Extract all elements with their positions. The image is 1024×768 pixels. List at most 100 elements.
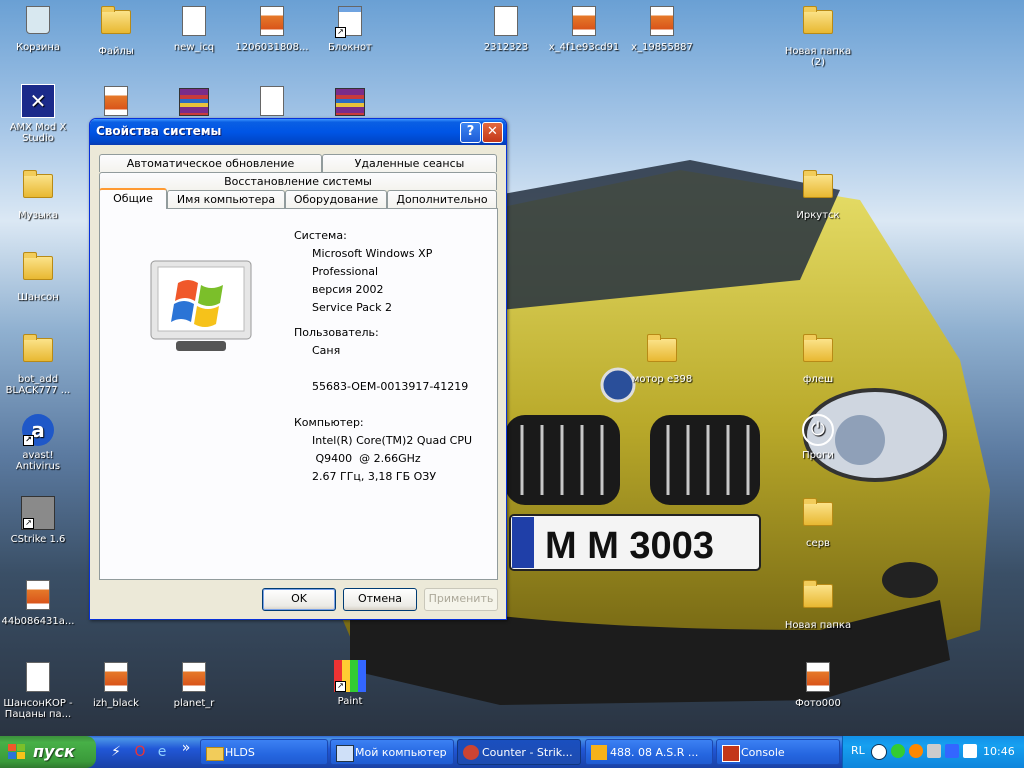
image-file-desktop-icon[interactable]: 1206031808... [234, 4, 310, 53]
tab-computer-name[interactable]: Имя компьютера [167, 190, 285, 208]
desktop-icon-label: Проги [802, 450, 834, 461]
audio-file-icon [178, 6, 210, 38]
avast-desktop-icon[interactable]: a ↗ avast! Antivirus [0, 414, 76, 472]
notepad-desktop-icon[interactable]: ↗ Блокнот [312, 4, 388, 53]
irkutsk-folder-desktop-icon[interactable]: Иркутск [780, 168, 856, 221]
folder-icon [802, 170, 834, 206]
new-folder-desktop-icon[interactable]: Новая папка [780, 578, 856, 631]
tab-advanced[interactable]: Дополнительно [387, 190, 497, 208]
desktop-icon-label: мотор е398 [631, 374, 693, 385]
clock[interactable]: 10:46 [983, 745, 1015, 758]
tab-hardware[interactable]: Оборудование [285, 190, 387, 208]
tray-speaker-icon[interactable] [927, 744, 941, 758]
desktop-icon-label: avast! Antivirus [15, 450, 61, 472]
recycle-bin-desktop-icon[interactable]: Корзина [0, 4, 76, 53]
serv-folder-desktop-icon[interactable]: серв [780, 496, 856, 549]
desktop-icon-label: Paint [337, 696, 363, 707]
help-button[interactable]: ? [460, 122, 481, 143]
quicklaunch-more-button[interactable]: » [178, 740, 194, 756]
chanson-audio-desktop-icon[interactable]: ШансонКОР - Пацаны па... [0, 660, 76, 720]
motor-folder-desktop-icon[interactable]: мотор е398 [624, 332, 700, 385]
tray-icq-icon[interactable] [891, 744, 905, 758]
os-service-pack: Service Pack 2 [312, 301, 392, 314]
folder-icon [22, 170, 54, 206]
audio-file-desktop-icon[interactable] [234, 84, 310, 122]
desktop-icon-label: new_icq [173, 42, 215, 53]
files-folder-desktop-icon[interactable]: Файлы [78, 4, 154, 57]
os-version: версия 2002 [312, 283, 384, 296]
image-file-icon [256, 6, 288, 38]
image-file-desktop-icon[interactable] [78, 84, 154, 122]
desktop-icon-label: Шансон [17, 292, 59, 303]
desktop-icon-label: Корзина [15, 42, 61, 53]
close-button[interactable]: ✕ [482, 122, 503, 143]
cancel-button[interactable]: Отмена [343, 588, 417, 611]
tray-network-icon[interactable] [963, 744, 977, 758]
folder-icon [802, 498, 834, 534]
tab-remote[interactable]: Удаленные сеансы [322, 154, 497, 172]
tray-bluetooth-icon[interactable] [945, 744, 959, 758]
computer-icon [336, 745, 354, 762]
task-console[interactable]: Console [716, 739, 840, 765]
cpu-name: Intel(R) Core(TM)2 Quad CPU [312, 434, 473, 447]
image-file-desktop-icon[interactable]: x_4f1e93cd91 [546, 4, 622, 53]
tab-general[interactable]: Общие [99, 188, 167, 209]
folder-icon [22, 252, 54, 288]
desktop-icon-label: Иркутск [796, 210, 840, 221]
start-label: пуск [33, 742, 75, 761]
product-id: 55683-OEM-0013917-41219 [312, 380, 469, 393]
quicklaunch-opera-icon[interactable]: O [132, 744, 148, 760]
task-hlds[interactable]: HLDS [200, 739, 328, 765]
desktop-icon-label: Фото000 [795, 698, 841, 709]
desktop-icon-label: 2312323 [483, 42, 529, 53]
task-winamp[interactable]: 488. 08 A.S.R ... [585, 739, 713, 765]
doc-desktop-icon[interactable]: 2312323 [468, 4, 544, 53]
bot-add-folder-desktop-icon[interactable]: bot_add BLACK777 ... [0, 332, 76, 396]
new-folder-2-desktop-icon[interactable]: Новая папка (2) [780, 4, 856, 68]
desktop-icon-label: ШансонКОР - Пацаны па... [3, 698, 73, 720]
tray-expand-icon[interactable] [871, 744, 887, 760]
programs-desktop-icon[interactable]: ⏻ Проги [780, 414, 856, 461]
desktop-icon-label: серв [806, 538, 830, 549]
folder-icon [802, 6, 834, 42]
music-folder-desktop-icon[interactable]: Музыка [0, 168, 76, 221]
ok-button[interactable]: OK [262, 588, 336, 611]
folder-icon [802, 580, 834, 616]
flash-folder-desktop-icon[interactable]: флеш [780, 332, 856, 385]
chanson-folder-desktop-icon[interactable]: Шансон [0, 250, 76, 303]
task-counter-strike[interactable]: Counter - Strik... [457, 739, 581, 765]
quicklaunch-winamp-icon[interactable]: ⚡ [108, 744, 124, 760]
start-button[interactable]: пуск [0, 736, 96, 768]
quicklaunch-ie-icon[interactable]: e [154, 744, 170, 760]
tab-automatic-updates[interactable]: Автоматическое обновление [99, 154, 322, 172]
desktop-icon-label: Файлы [98, 46, 134, 57]
task-label: HLDS [225, 746, 255, 759]
desktop-icon-label: AMX Mod X Studio [9, 122, 67, 144]
izh-black-desktop-icon[interactable]: izh_black [78, 660, 154, 709]
language-indicator[interactable]: RL [851, 744, 865, 757]
cstrike-desktop-icon[interactable]: ↗ CStrike 1.6 [0, 496, 76, 545]
planet-r-desktop-icon[interactable]: planet_r [156, 660, 232, 709]
os-edition: Professional [312, 265, 379, 278]
system-label: Система: [294, 229, 347, 242]
dialog-titlebar[interactable]: Свойства системы ? ✕ [90, 119, 506, 145]
user-name: Саня [312, 344, 341, 357]
folder-icon [646, 334, 678, 370]
desktop-icon-label: Блокнот [328, 42, 372, 53]
tray-app-icon[interactable] [909, 744, 923, 758]
desktop-icon-label: Новая папка (2) [784, 46, 852, 68]
ram-info: 2.67 ГГц, 3,18 ГБ ОЗУ [312, 470, 437, 483]
image-file-icon [178, 662, 210, 694]
rar-archive-icon [178, 88, 210, 120]
task-my-computer[interactable]: Мой компьютер [330, 739, 454, 765]
apply-button[interactable]: Применить [424, 588, 498, 611]
desktop-icon-label: bot_add BLACK777 ... [5, 374, 71, 396]
new-icq-desktop-icon[interactable]: new_icq [156, 4, 232, 53]
amx-studio-desktop-icon[interactable]: ✕ AMX Mod X Studio [0, 84, 76, 144]
photo000-desktop-icon[interactable]: Фото000 [780, 660, 856, 709]
image-file-desktop-icon[interactable]: 44b086431a... [0, 578, 76, 627]
paint-desktop-icon[interactable]: ↗ Paint [312, 660, 388, 707]
image-file-desktop-icon[interactable]: x_19855887 [624, 4, 700, 53]
amx-app-icon: ✕ [21, 84, 55, 118]
image-file-icon [22, 580, 54, 612]
